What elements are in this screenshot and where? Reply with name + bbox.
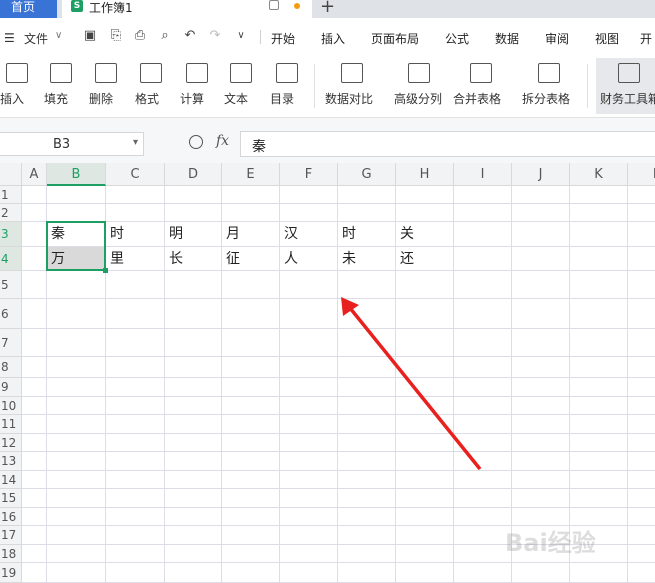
spreadsheet-app: 首页 S 工作簿1 + ☰ 文件 ∨ ▣ ⎘ ⎙ ⌕ ↶ ↷ ∨ 开始 插入 页… bbox=[0, 0, 655, 583]
annotation-arrow bbox=[341, 297, 482, 471]
arrow-shaft bbox=[348, 306, 482, 471]
